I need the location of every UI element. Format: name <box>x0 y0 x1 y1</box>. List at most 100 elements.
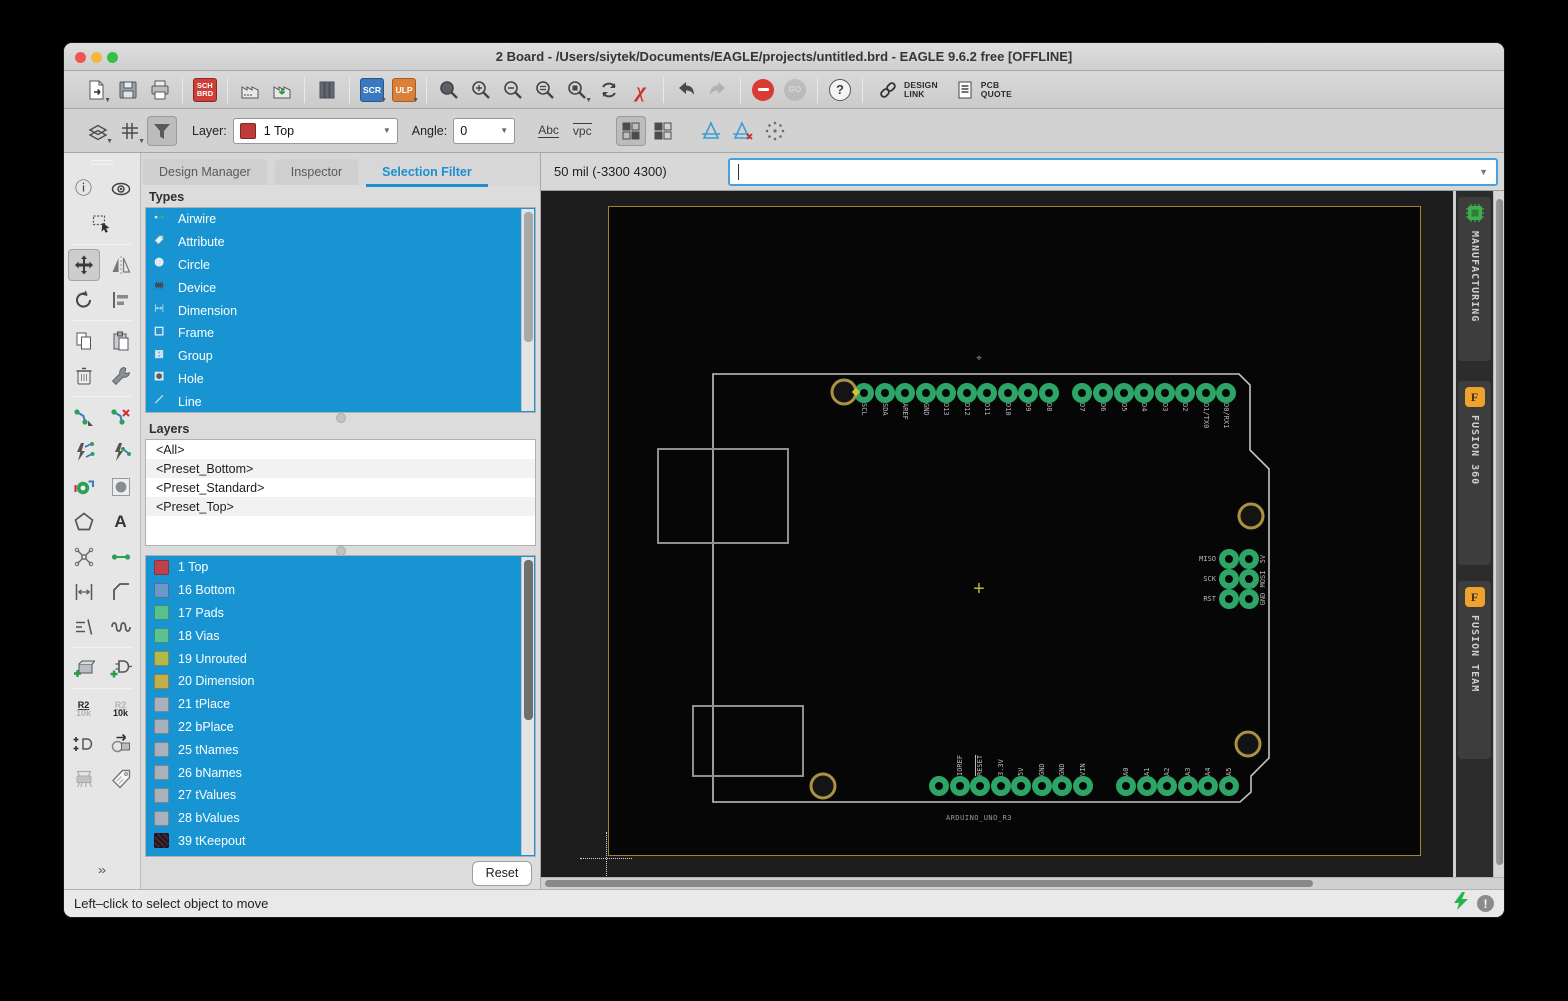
group-select-tool[interactable] <box>86 208 118 240</box>
align-tool[interactable] <box>105 284 137 316</box>
redo-button[interactable] <box>703 75 733 105</box>
layer-preset-row[interactable]: <Preset_Top> <box>146 497 535 516</box>
minimize-window-button[interactable] <box>91 52 102 63</box>
through-hole-pad[interactable] <box>1216 383 1236 403</box>
stop-button[interactable] <box>748 75 778 105</box>
route-tool[interactable] <box>68 401 100 433</box>
tab-design-manager[interactable]: Design Manager <box>143 159 267 185</box>
type-row-group[interactable]: Group <box>146 345 535 368</box>
layer-row-19-unrouted[interactable]: 19 Unrouted <box>146 647 535 670</box>
delete-tool[interactable] <box>68 360 100 392</box>
through-hole-pad[interactable] <box>1239 569 1259 589</box>
through-hole-pad[interactable] <box>1219 549 1239 569</box>
cancel-command-button[interactable]: χ <box>626 75 656 105</box>
cam-processor-button[interactable] <box>235 75 265 105</box>
through-hole-pad[interactable] <box>1052 776 1072 796</box>
text-tool[interactable]: A <box>105 506 137 538</box>
swap-view-button[interactable] <box>594 75 624 105</box>
notifications-icon[interactable]: ! <box>1477 895 1494 912</box>
colors-scrollbar[interactable] <box>521 557 534 855</box>
type-row-airwire[interactable]: Airwire <box>146 208 535 231</box>
through-hole-pad[interactable] <box>970 776 990 796</box>
close-window-button[interactable] <box>75 52 86 63</box>
layer-row-22-bplace[interactable]: 22 bPlace <box>146 716 535 739</box>
types-list[interactable]: AirwireAttributeCircleDeviceDimensionFra… <box>145 207 536 413</box>
through-hole-pad[interactable] <box>936 383 956 403</box>
run-ulp-button[interactable]: ULP▼ <box>389 75 419 105</box>
grid-button[interactable]: ▼ <box>115 116 145 146</box>
mounting-hole[interactable] <box>1235 731 1262 758</box>
through-hole-pad[interactable] <box>1093 383 1113 403</box>
zoom-in-button[interactable] <box>466 75 496 105</box>
splitter-handle[interactable] <box>141 546 540 555</box>
move-tool[interactable] <box>68 249 100 281</box>
through-hole-pad[interactable] <box>991 776 1011 796</box>
types-scrollbar[interactable] <box>521 209 534 411</box>
through-hole-pad[interactable] <box>1239 549 1259 569</box>
right-tab-fusion-team[interactable]: FFUSION TEAM <box>1458 581 1491 759</box>
value-tool[interactable]: R210k <box>105 693 137 725</box>
paste-tool[interactable] <box>105 325 137 357</box>
command-history-dropdown-icon[interactable]: ▼ <box>1479 167 1488 177</box>
layer-colors-list[interactable]: 1 Top16 Bottom17 Pads18 Vias19 Unrouted2… <box>145 555 536 857</box>
through-hole-pad[interactable] <box>916 383 936 403</box>
through-hole-pad[interactable] <box>1219 776 1239 796</box>
copy-tool[interactable] <box>68 325 100 357</box>
through-hole-pad[interactable] <box>1178 776 1198 796</box>
layer-preset-row[interactable]: <Preset_Standard> <box>146 478 535 497</box>
print-button[interactable] <box>145 75 175 105</box>
through-hole-pad[interactable] <box>957 383 977 403</box>
polygon-tool[interactable] <box>68 506 100 538</box>
ratsnest-tool[interactable] <box>68 541 100 573</box>
cam-output-button[interactable] <box>267 75 297 105</box>
layer-row-26-bnames[interactable]: 26 bNames <box>146 761 535 784</box>
layer-row-16-bottom[interactable]: 16 Bottom <box>146 579 535 602</box>
show-tool[interactable] <box>105 173 137 205</box>
title-bar[interactable]: 2 Board - /Users/siytek/Documents/EAGLE/… <box>64 43 1504 71</box>
through-hole-pad[interactable] <box>1137 776 1157 796</box>
through-hole-pad[interactable] <box>1073 776 1093 796</box>
through-hole-pad[interactable] <box>1196 383 1216 403</box>
circle-tool[interactable] <box>105 471 137 503</box>
through-hole-pad[interactable] <box>1032 776 1052 796</box>
through-hole-pad[interactable] <box>895 383 915 403</box>
reset-button[interactable]: Reset <box>472 861 532 886</box>
pcb-quote-button[interactable]: PCBQUOTE <box>954 75 1012 105</box>
mounting-hole[interactable] <box>810 773 837 800</box>
through-hole-pad[interactable] <box>1039 383 1059 403</box>
help-button[interactable]: ? <box>825 75 855 105</box>
go-button[interactable]: GO <box>780 75 810 105</box>
through-hole-pad[interactable] <box>1116 776 1136 796</box>
tab-selection-filter[interactable]: Selection Filter <box>366 159 488 185</box>
angle-dropdown[interactable]: 0 ▼ <box>453 118 515 144</box>
layer-row-21-tplace[interactable]: 21 tPlace <box>146 693 535 716</box>
through-hole-pad[interactable] <box>1157 776 1177 796</box>
sch-brd-switch-button[interactable]: SCHBRD <box>190 75 220 105</box>
design-link-button[interactable]: DESIGNLINK <box>877 75 938 105</box>
through-hole-pad[interactable] <box>1219 589 1239 609</box>
through-hole-pad[interactable] <box>1198 776 1218 796</box>
type-row-device[interactable]: Device <box>146 276 535 299</box>
layer-row-20-dimension[interactable]: 20 Dimension <box>146 670 535 693</box>
layer-row-39-tkeepout[interactable]: 39 tKeepout <box>146 830 535 853</box>
abc-button[interactable]: Abc <box>538 123 559 138</box>
through-hole-pad[interactable] <box>929 776 949 796</box>
glow-highlight-button[interactable] <box>760 116 790 146</box>
through-hole-pad[interactable] <box>1018 383 1038 403</box>
layer-row-28-bvalues[interactable]: 28 bValues <box>146 807 535 830</box>
horizontal-scrollbar[interactable] <box>541 877 1504 889</box>
layer-row-18-vias[interactable]: 18 Vias <box>146 624 535 647</box>
through-hole-pad[interactable] <box>950 776 970 796</box>
through-hole-pad[interactable] <box>1134 383 1154 403</box>
autoroute-tool[interactable] <box>105 436 137 468</box>
route-diffpair-tool[interactable] <box>68 436 100 468</box>
layer-preset-row[interactable]: <Preset_Bottom> <box>146 459 535 478</box>
through-hole-pad[interactable] <box>1114 383 1134 403</box>
new-open-button[interactable]: ▼ <box>81 75 111 105</box>
mirror-tool[interactable] <box>105 249 137 281</box>
type-row-frame[interactable]: Frame <box>146 322 535 345</box>
type-row-line[interactable]: Line <box>146 390 535 413</box>
mounting-hole[interactable] <box>1238 503 1265 530</box>
splitter-handle[interactable] <box>141 413 540 422</box>
command-input[interactable]: ▼ <box>728 158 1498 186</box>
